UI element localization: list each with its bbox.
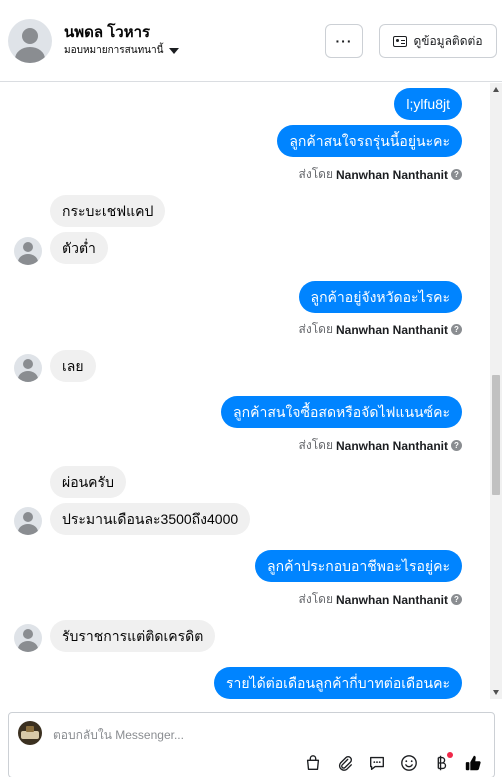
emoji-icon[interactable] — [399, 753, 419, 773]
scroll-thumb[interactable] — [492, 375, 500, 495]
contact-avatar-small — [14, 624, 42, 652]
reply-composer — [8, 712, 495, 777]
sender-name[interactable]: Nanwhan Nanthanit — [336, 323, 448, 337]
sender-name[interactable]: Nanwhan Nanthanit — [336, 593, 448, 607]
incoming-message[interactable]: เลย — [50, 350, 96, 382]
incoming-message[interactable]: รับราชการแต่ติดเครดิต — [50, 620, 216, 652]
attachment-icon[interactable] — [335, 753, 355, 773]
notification-dot — [447, 752, 453, 758]
sender-name[interactable]: Nanwhan Nanthanit — [336, 168, 448, 182]
contact-info-label: ดูข้อมูลติดต่อ — [413, 33, 483, 48]
contact-avatar-small — [14, 507, 42, 535]
info-icon[interactable]: ? — [451, 594, 462, 605]
scroll-up-arrow-icon[interactable] — [493, 87, 499, 92]
outgoing-message[interactable]: ลูกค้าสนใจรถรุ่นนี้อยู่นะคะ — [277, 125, 462, 157]
sender-name[interactable]: Nanwhan Nanthanit — [336, 439, 448, 453]
sent-by-row: ส่งโดย Nanwhan Nanthanit ? — [299, 320, 462, 339]
sent-by-prefix: ส่งโดย — [298, 322, 333, 336]
contact-card-icon — [393, 35, 408, 47]
sent-by-prefix: ส่งโดย — [298, 592, 333, 606]
scroll-down-arrow-icon[interactable] — [493, 690, 499, 695]
thread-scrollbar[interactable] — [490, 83, 502, 699]
sent-by-row: ส่งโดย Nanwhan Nanthanit ? — [299, 436, 462, 455]
contact-name[interactable]: นพดล โวหาร — [64, 20, 150, 44]
outgoing-message[interactable]: รายได้ต่อเดือนลูกค้ากี่บาทต่อเดือนคะ — [213, 667, 462, 699]
outgoing-message[interactable]: ลูกค้าประกอบอาชีพอะไรอยู่คะ — [255, 550, 462, 582]
thumbs-up-icon[interactable] — [463, 753, 483, 773]
incoming-message[interactable]: ตัวต่ำ — [50, 232, 108, 264]
sent-by-row: ส่งโดย Nanwhan Nanthanit ? — [299, 590, 462, 609]
reply-input[interactable] — [53, 725, 473, 745]
page-avatar — [18, 721, 42, 745]
sent-by-prefix: ส่งโดย — [298, 167, 333, 181]
assign-label: มอบหมายการสนทนานี้ — [64, 45, 164, 56]
baht-payment-icon[interactable] — [431, 752, 453, 773]
more-options-button[interactable]: ··· — [325, 24, 363, 58]
caret-down-icon — [169, 47, 180, 54]
incoming-message[interactable]: ประมานเดือนละ3500ถึง4000 — [50, 503, 251, 535]
saved-reply-icon[interactable] — [367, 753, 387, 773]
outgoing-message[interactable]: ลูกค้าสนใจซื้อสดหรือจัดไฟแนนซ์คะ — [221, 396, 462, 428]
conversation-header: นพดล โวหาร มอบหมายการสนทนานี้ ··· ดูข้อม… — [0, 0, 502, 82]
incoming-message[interactable]: ผ่อนครับ — [50, 466, 126, 498]
composer-toolbar — [303, 752, 483, 773]
info-icon[interactable]: ? — [451, 440, 462, 451]
assign-conversation-dropdown[interactable]: มอบหมายการสนทนานี้ — [64, 43, 180, 58]
contact-avatar-small — [14, 237, 42, 265]
shopping-bag-icon[interactable] — [303, 753, 323, 773]
contact-avatar-small — [14, 354, 42, 382]
sent-by-prefix: ส่งโดย — [298, 438, 333, 452]
sent-by-row: ส่งโดย Nanwhan Nanthanit ? — [299, 165, 462, 184]
outgoing-message[interactable]: l;ylfu8jt — [394, 88, 462, 120]
contact-avatar[interactable] — [8, 19, 52, 63]
info-icon[interactable]: ? — [451, 169, 462, 180]
message-thread[interactable]: l;ylfu8jt ลูกค้าสนใจรถรุ่นนี้อยู่นะคะ ส่… — [0, 83, 490, 699]
info-icon[interactable]: ? — [451, 324, 462, 335]
outgoing-message[interactable]: ลูกค้าอยู่จังหวัดอะไรคะ — [298, 281, 462, 313]
incoming-message[interactable]: กระบะเชฟแคป — [50, 195, 166, 227]
view-contact-info-button[interactable]: ดูข้อมูลติดต่อ — [379, 24, 497, 58]
more-options-label: ··· — [335, 33, 353, 49]
